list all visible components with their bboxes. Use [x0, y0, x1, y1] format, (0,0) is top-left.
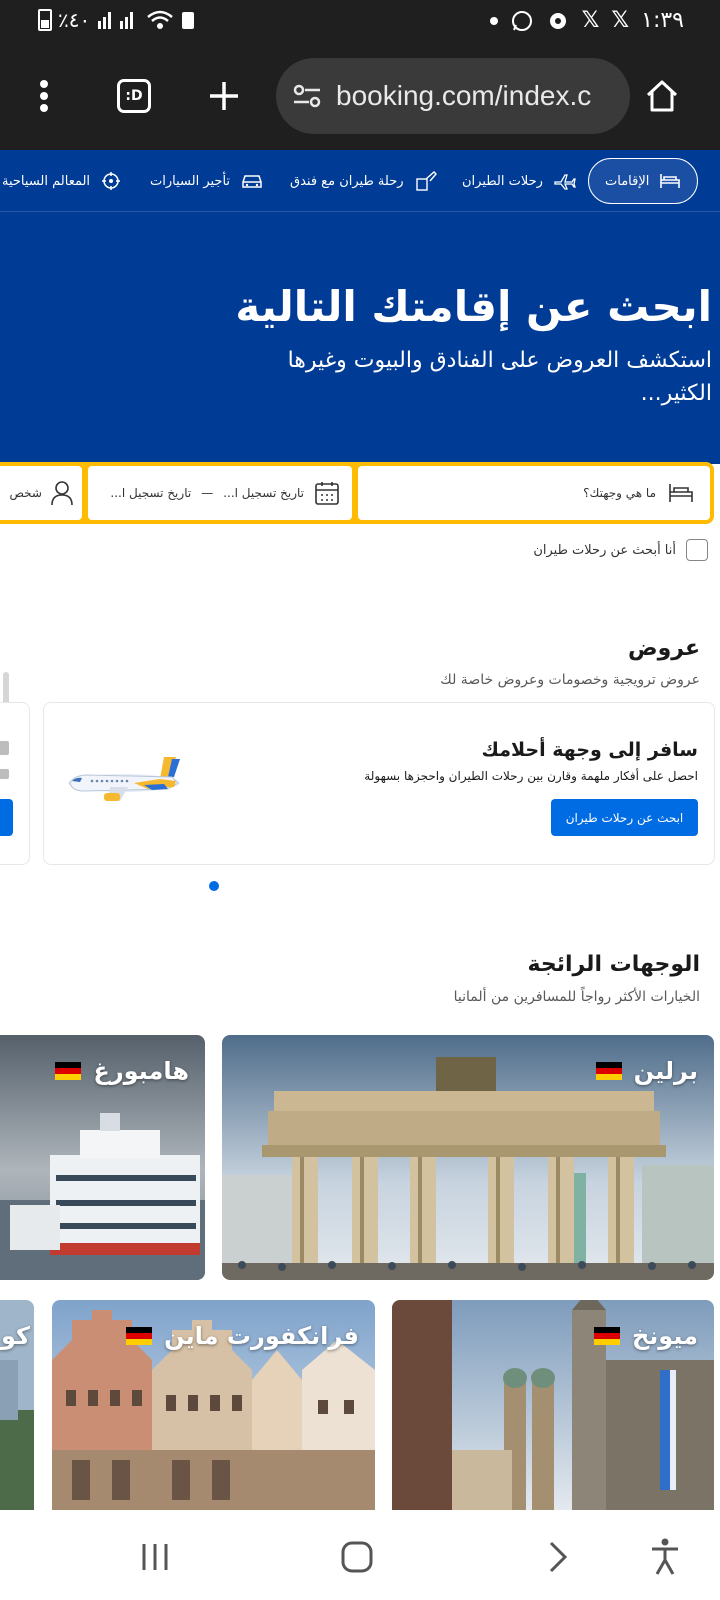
accessibility-icon[interactable]	[650, 1538, 680, 1576]
guests-field[interactable]: شخص	[0, 466, 82, 520]
clock: ١:٣٩	[641, 8, 684, 33]
offer-card-next[interactable]	[0, 702, 30, 865]
status-bar: ٪٤٠ 𝕏 𝕏 ١:٣٩	[0, 0, 720, 42]
germany-flag-icon	[593, 1327, 620, 1345]
site-settings-icon[interactable]	[292, 81, 322, 111]
germany-flag-icon	[55, 1062, 82, 1080]
germany-flag-icon	[595, 1062, 622, 1080]
trending-title: الوجهات الرائجة	[527, 952, 701, 977]
address-bar[interactable]: booking.com/index.c	[276, 58, 630, 134]
whatsapp-icon	[511, 10, 532, 31]
checkout-label: تاريخ تسجيل ا...	[110, 486, 192, 500]
destination-card-munich[interactable]: ميونخ	[392, 1300, 714, 1510]
tab-stays-label: الإقامات	[605, 173, 650, 189]
peek-text-line	[0, 741, 9, 755]
offers-title: عروض	[628, 636, 700, 661]
search-flights-button[interactable]: ابحث عن رحلات طيران	[551, 799, 698, 836]
offer-card-title: سافر إلى وجهة أحلامك	[481, 739, 698, 761]
url-text: booking.com/index.c	[336, 80, 592, 111]
recent-apps-icon[interactable]	[140, 1542, 170, 1572]
destination-name: هامبورغ	[55, 1057, 189, 1085]
signal-icon	[98, 12, 134, 29]
flights-checkbox-label: أنا أبحث عن رحلات طيران	[533, 542, 676, 558]
search-box: ما هي وجهتك؟ تاريخ تسجيل ا... — تاريخ تس…	[0, 462, 714, 524]
battery-saver-icon	[182, 12, 195, 29]
offer-card-text: احصل على أفكار ملهمة وقارن بين رحلات الط…	[364, 769, 698, 783]
calendar-icon	[315, 482, 339, 505]
attractions-icon	[102, 172, 121, 190]
tab-flight-hotel-label: رحلة طيران مع فندق	[290, 173, 404, 189]
peek-button	[0, 799, 13, 836]
settings-badge-icon	[549, 12, 566, 29]
x-icon-2: 𝕏	[611, 8, 630, 33]
destination-field[interactable]: ما هي وجهتك؟	[358, 466, 710, 520]
plane-hotel-icon	[415, 171, 437, 191]
back-chevron-icon[interactable]	[548, 1540, 568, 1574]
menu-icon[interactable]	[20, 72, 68, 120]
person-icon	[51, 481, 73, 506]
tab-attractions-label: المعالم السياحية	[2, 173, 91, 189]
browser-toolbar: :D booking.com/index.c	[0, 42, 720, 150]
tab-stays[interactable]: الإقامات	[588, 158, 699, 204]
battery-percent: ٪٤٠	[58, 8, 91, 32]
offer-card[interactable]: سافر إلى وجهة أحلامك احصل على أفكار ملهم…	[43, 702, 715, 865]
airplane-illustration-icon	[68, 757, 180, 801]
peek-text-line	[0, 769, 9, 779]
flights-checkbox[interactable]	[686, 539, 708, 561]
date-separator: —	[201, 486, 214, 500]
notification-dot-icon	[489, 16, 498, 25]
hero-title: ابحث عن إقامتك التالية	[235, 282, 712, 331]
destination-name: كو	[1, 1322, 30, 1350]
bed-icon	[669, 484, 693, 502]
flights-checkbox-row[interactable]: أنا أبحث عن رحلات طيران	[533, 539, 708, 561]
plane-icon	[554, 174, 576, 190]
tab-attractions[interactable]: المعالم السياحية	[2, 158, 122, 204]
wifi-icon	[147, 10, 174, 29]
destination-name-text: برلين	[633, 1057, 698, 1085]
tab-switcher-button[interactable]: :D	[110, 72, 158, 120]
date-field[interactable]: تاريخ تسجيل ا... — تاريخ تسجيل ا...	[88, 466, 352, 520]
tab-flights-label: رحلات الطيران	[462, 173, 543, 189]
hero-banner: ابحث عن إقامتك التالية استكشف العروض على…	[0, 212, 720, 464]
destination-name: ميونخ	[593, 1322, 698, 1350]
destination-name: فرانكفورت ماين	[126, 1322, 359, 1350]
guests-label: شخص	[9, 486, 42, 500]
checkin-label: تاريخ تسجيل ا...	[223, 486, 304, 500]
carousel-pager-dot[interactable]	[209, 881, 219, 891]
product-nav: الإقامات رحلات الطيران رحلة طيران مع فند…	[0, 150, 720, 212]
home-icon[interactable]	[638, 72, 686, 120]
bed-icon	[660, 174, 681, 188]
destination-name-text: ميونخ	[631, 1322, 698, 1350]
trending-subtitle: الخيارات الأكثر رواجاً للمسافرين من ألما…	[453, 989, 700, 1005]
destination-name-text: كو	[0, 1322, 30, 1350]
tab-flight-hotel[interactable]: رحلة طيران مع فندق	[290, 158, 438, 204]
germany-flag-icon	[126, 1327, 153, 1345]
tab-car-rental[interactable]: تأجير السيارات	[150, 158, 264, 204]
destination-card-frankfurt[interactable]: فرانكفورت ماين	[52, 1300, 375, 1510]
x-icon: 𝕏	[581, 8, 600, 33]
destination-placeholder: ما هي وجهتك؟	[583, 486, 656, 500]
tab-car-rental-label: تأجير السيارات	[150, 173, 231, 189]
tab-flights[interactable]: رحلات الطيران	[462, 158, 577, 204]
tab-switcher-label: :D	[117, 79, 151, 113]
offers-subtitle: عروض ترويجية وخصومات وعروض خاصة لك	[440, 672, 700, 688]
car-icon	[242, 175, 262, 188]
destination-name: برلين	[595, 1057, 698, 1085]
booking-home-page: ٪٤٠ 𝕏 𝕏 ١:٣٩ :D booking.com/index.c الإق…	[0, 0, 720, 1600]
destination-card-berlin[interactable]: برلين	[222, 1035, 714, 1280]
destination-name-text: فرانكفورت ماين	[164, 1322, 359, 1350]
new-tab-plus-icon[interactable]	[200, 72, 248, 120]
destination-name-text: هامبورغ	[93, 1057, 189, 1085]
destination-card-hamburg[interactable]: هامبورغ	[0, 1035, 205, 1280]
battery-icon	[38, 9, 52, 31]
home-button-icon[interactable]	[340, 1540, 374, 1574]
destination-card-partial[interactable]: كو	[0, 1300, 34, 1510]
system-navigation-bar	[0, 1510, 720, 1600]
hero-subtitle: استكشف العروض على الفنادق والبيوت وغيرها…	[287, 348, 712, 406]
